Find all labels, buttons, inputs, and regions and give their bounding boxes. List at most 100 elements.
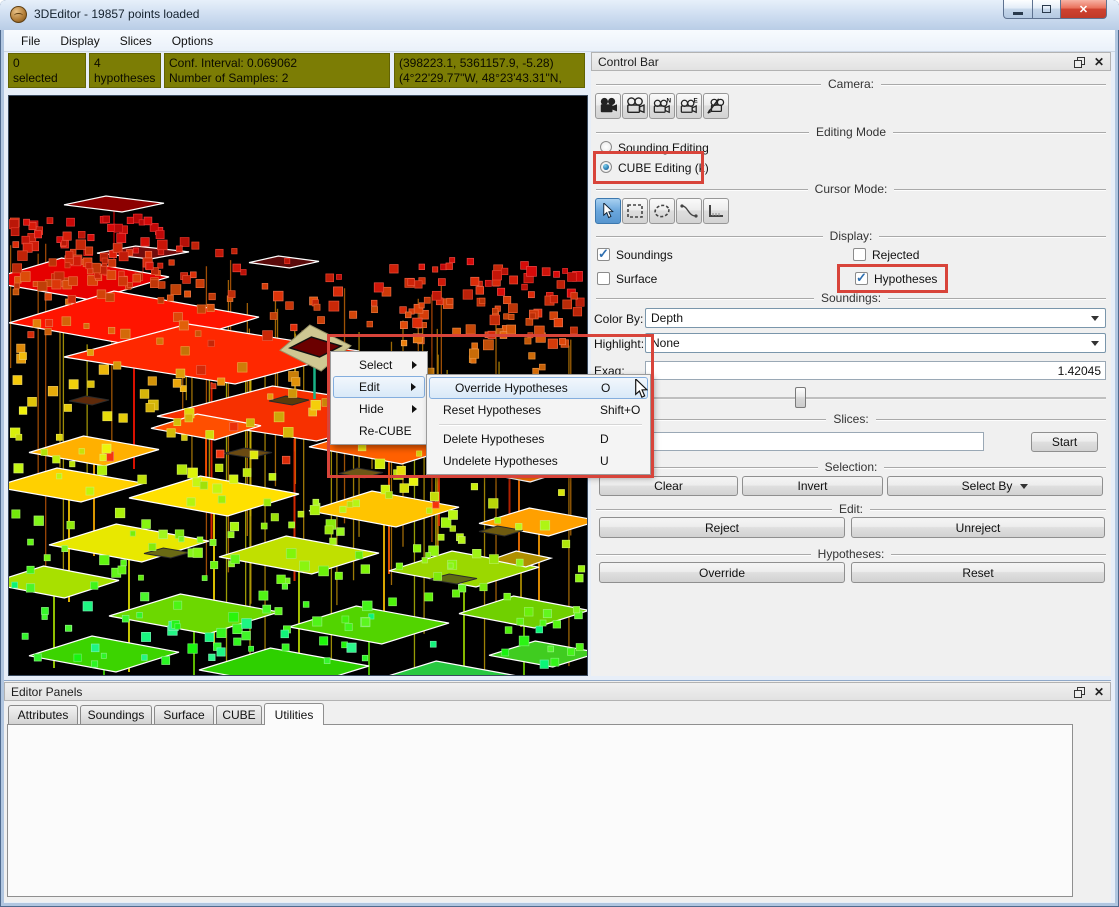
close-panel-icon[interactable]: ✕ xyxy=(1094,687,1104,697)
float-panel-icon[interactable] xyxy=(1074,687,1084,697)
svg-text:E: E xyxy=(694,97,698,104)
shortcut-label: U xyxy=(600,454,609,468)
unreject-button[interactable]: Unreject xyxy=(851,517,1105,538)
angle-measure-icon xyxy=(707,203,725,219)
tab-utilities[interactable]: Utilities xyxy=(264,703,324,725)
highlight-dropdown[interactable]: None xyxy=(645,333,1106,353)
delete-hypotheses-item[interactable]: Delete Hypotheses D xyxy=(429,428,648,450)
rejected-checkbox[interactable] xyxy=(853,248,866,261)
close-panel-icon[interactable]: ✕ xyxy=(1094,57,1104,67)
control-bar-header[interactable]: Control Bar ✕ xyxy=(591,52,1111,71)
tab-attributes[interactable]: Attributes xyxy=(8,705,78,724)
soundings-checkbox[interactable] xyxy=(597,248,610,261)
hypotheses-checkbox[interactable] xyxy=(855,272,868,285)
edit-submenu: Override Hypotheses O Reset Hypotheses S… xyxy=(426,374,651,475)
override-hypotheses-item[interactable]: Override Hypotheses O xyxy=(429,377,648,399)
cursor-mode-separator: Cursor Mode: xyxy=(596,182,1106,196)
selection-separator: Selection: xyxy=(596,460,1106,474)
editor-panels-header[interactable]: Editor Panels ✕ xyxy=(4,682,1111,701)
camera-reset-icon xyxy=(706,97,726,115)
shortcut-label: O xyxy=(601,381,610,395)
app-icon xyxy=(10,6,27,23)
menu-file[interactable]: File xyxy=(12,31,49,51)
soundings-checkbox-label: Soundings xyxy=(616,248,673,262)
surface-checkbox-label: Surface xyxy=(616,272,657,286)
tab-soundings[interactable]: Soundings xyxy=(80,705,152,724)
restore-icon xyxy=(1042,5,1051,13)
tab-surface[interactable]: Surface xyxy=(154,705,214,724)
highlight-label: Highlight: xyxy=(594,337,644,351)
chevron-down-icon xyxy=(1091,316,1099,321)
clear-button[interactable]: Clear xyxy=(599,476,738,496)
tab-cube[interactable]: CUBE xyxy=(216,705,262,724)
utilities-tab-content xyxy=(7,724,1073,897)
camera-reset-button[interactable] xyxy=(703,93,729,119)
slices-start-button[interactable]: Start xyxy=(1031,432,1098,452)
status-selected: 0 selected xyxy=(8,53,86,88)
soundings-separator: Soundings: xyxy=(596,291,1106,305)
submenu-arrow-icon xyxy=(412,361,417,369)
exag-input[interactable]: 1.42045 xyxy=(645,361,1106,380)
rectangle-select-icon xyxy=(626,203,644,219)
sounding-editing-label: Sounding Editing xyxy=(618,141,709,155)
slices-separator: Slices: xyxy=(596,412,1106,426)
minimize-icon xyxy=(1013,12,1023,15)
reject-button[interactable]: Reject xyxy=(599,517,845,538)
surface-checkbox[interactable] xyxy=(597,272,610,285)
camera-north-icon: N xyxy=(652,97,672,115)
minimize-button[interactable] xyxy=(1003,0,1033,19)
menu-slices[interactable]: Slices xyxy=(111,31,161,51)
menu-bar: File Display Slices Options xyxy=(4,30,1115,52)
float-panel-icon[interactable] xyxy=(1074,57,1084,67)
menu-display[interactable]: Display xyxy=(51,31,108,51)
override-button[interactable]: Override xyxy=(599,562,845,583)
svg-text:N: N xyxy=(667,97,672,104)
context-menu-hide[interactable]: Hide xyxy=(333,398,425,420)
title-bar[interactable]: 3DEditor - 19857 points loaded ✕ xyxy=(0,0,1119,30)
menu-options[interactable]: Options xyxy=(163,31,222,51)
camera-east-button[interactable]: E xyxy=(676,93,702,119)
rectangle-select-button[interactable] xyxy=(622,198,648,224)
context-menu-edit[interactable]: Edit xyxy=(333,376,425,398)
context-menu-select[interactable]: Select xyxy=(333,354,425,376)
close-icon: ✕ xyxy=(1079,3,1088,16)
shortcut-label: D xyxy=(600,432,609,446)
select-by-button[interactable]: Select By xyxy=(887,476,1103,496)
invert-button[interactable]: Invert xyxy=(742,476,883,496)
exag-slider-groove[interactable] xyxy=(600,397,1106,399)
control-bar-title: Control Bar xyxy=(598,55,659,69)
context-menu: Select Edit Hide Re-CUBE xyxy=(330,351,428,445)
color-by-dropdown[interactable]: Depth xyxy=(645,308,1106,328)
pointer-select-button[interactable] xyxy=(595,198,621,224)
status-hypotheses: 4 hypotheses xyxy=(89,53,161,88)
camera-outline-button[interactable] xyxy=(622,93,648,119)
curve-select-button[interactable] xyxy=(676,198,702,224)
exag-slider-handle[interactable] xyxy=(795,387,806,408)
editing-mode-separator: Editing Mode xyxy=(596,125,1106,139)
close-button[interactable]: ✕ xyxy=(1061,0,1107,19)
camera-outline-icon xyxy=(625,97,645,115)
curve-select-icon xyxy=(680,203,698,219)
restore-button[interactable] xyxy=(1033,0,1061,19)
chevron-down-icon xyxy=(1020,484,1028,489)
angle-measure-button[interactable] xyxy=(703,198,729,224)
color-by-label: Color By: xyxy=(594,312,643,326)
sounding-editing-radio[interactable] xyxy=(600,141,612,153)
undelete-hypotheses-item[interactable]: Undelete Hypotheses U xyxy=(429,450,648,472)
pointer-icon xyxy=(601,203,615,219)
slices-input[interactable]: 5 xyxy=(640,432,984,451)
context-menu-recube[interactable]: Re-CUBE xyxy=(333,420,425,442)
application-window: 3DEditor - 19857 points loaded ✕ File Di… xyxy=(0,0,1119,907)
camera-solid-button[interactable] xyxy=(595,93,621,119)
status-coordinates: (398223.1, 5361157.9, -5.28) (4°22'29.77… xyxy=(394,53,585,88)
camera-north-button[interactable]: N xyxy=(649,93,675,119)
reset-button[interactable]: Reset xyxy=(851,562,1105,583)
hypotheses-separator: Hypotheses: xyxy=(596,547,1106,561)
rejected-checkbox-label: Rejected xyxy=(872,248,919,262)
shortcut-label: Shift+O xyxy=(600,403,640,417)
lasso-select-button[interactable] xyxy=(649,198,675,224)
lasso-select-icon xyxy=(653,203,671,219)
reset-hypotheses-item[interactable]: Reset Hypotheses Shift+O xyxy=(429,399,648,421)
cube-editing-radio[interactable] xyxy=(600,161,612,173)
edit-separator: Edit: xyxy=(596,502,1106,516)
